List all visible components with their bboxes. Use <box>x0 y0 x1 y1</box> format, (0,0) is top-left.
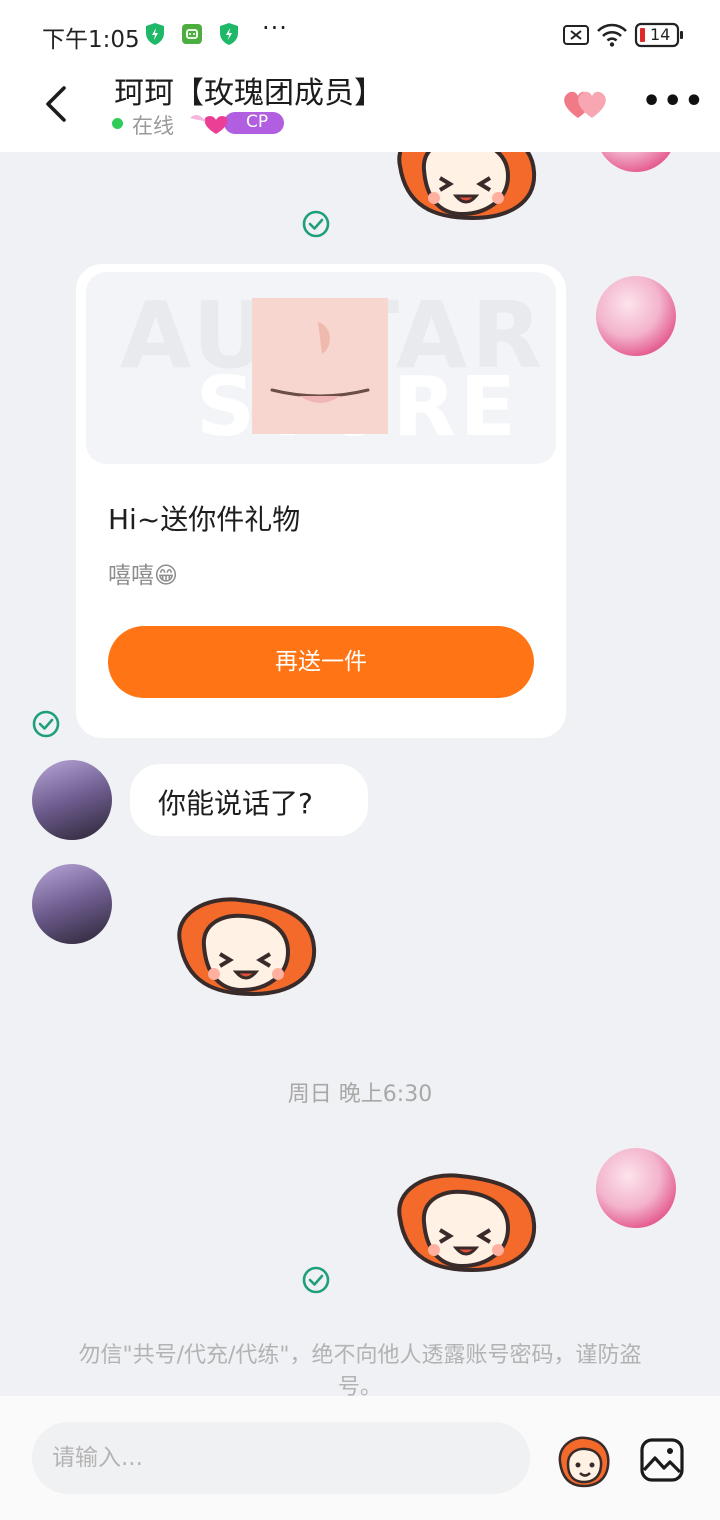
more-options-button[interactable]: ••• <box>642 84 706 119</box>
cp-badge[interactable] <box>188 110 286 138</box>
shield-icon <box>220 23 238 45</box>
message-input[interactable] <box>32 1422 530 1494</box>
battery-level: 14 <box>650 25 671 44</box>
gift-title: Hi~送你件礼物 <box>108 503 301 536</box>
more-notifications-icon: ··· <box>262 14 288 42</box>
read-check-icon <box>32 710 60 738</box>
emoji-sticker[interactable] <box>386 1162 546 1282</box>
gift-subtitle: 嘻嘻😁 <box>108 563 178 589</box>
send-another-gift-button[interactable]: 再送一件 <box>108 626 534 698</box>
emoji-sticker[interactable] <box>166 886 326 1006</box>
message-timestamp: 周日 晚上6:30 <box>287 1082 433 1107</box>
app-notification-icon <box>182 24 202 44</box>
sim-off-icon <box>563 25 589 45</box>
sticker-picker-icon[interactable] <box>554 1432 614 1488</box>
back-arrow-icon[interactable] <box>38 82 78 126</box>
image-picker-icon[interactable] <box>638 1436 686 1484</box>
online-status-dot <box>112 118 123 129</box>
status-time: 下午1:05 <box>42 27 140 53</box>
security-notice: 勿信"共号/代充/代练"，绝不向他人透露账号密码，谨防盗号。 <box>78 1343 642 1400</box>
my-avatar[interactable] <box>596 1148 676 1228</box>
contact-name: 珂珂【玫瑰团成员】 <box>114 76 384 111</box>
wifi-icon <box>597 23 627 47</box>
online-status-text: 在线 <box>132 114 174 138</box>
shield-icon <box>146 23 164 45</box>
contact-avatar[interactable] <box>32 760 112 840</box>
read-check-icon <box>302 210 330 238</box>
gift-item-image <box>252 298 388 434</box>
cp-label: CP <box>246 112 269 132</box>
read-check-icon <box>302 1266 330 1294</box>
contact-avatar[interactable] <box>32 864 112 944</box>
message-text: 你能说话了? <box>158 787 313 820</box>
my-avatar[interactable] <box>596 276 676 356</box>
couple-hearts-icon[interactable] <box>560 88 610 120</box>
